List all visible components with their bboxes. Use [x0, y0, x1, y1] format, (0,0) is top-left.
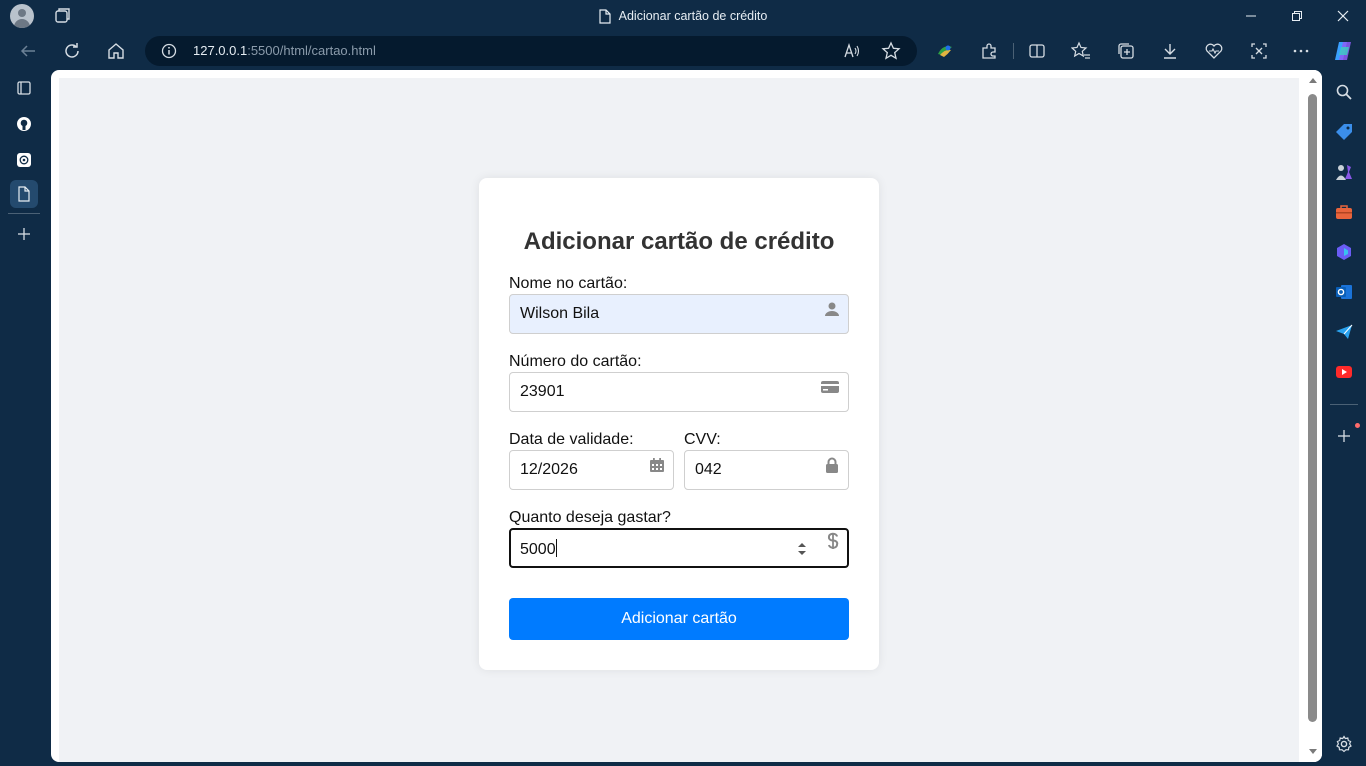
credit-card-form: Adicionar cartão de crédito Nome no cart… [479, 178, 879, 670]
minimize-button[interactable] [1228, 0, 1274, 32]
chatgpt-tab-icon[interactable] [10, 146, 38, 174]
tools-briefcase-icon[interactable] [1332, 200, 1356, 224]
screenshot-icon[interactable] [1246, 38, 1272, 64]
text-caret [555, 539, 557, 557]
close-window-button[interactable] [1320, 0, 1366, 32]
more-menu-icon[interactable] [1288, 38, 1314, 64]
new-tab-button[interactable] [10, 220, 38, 248]
add-sidebar-app-icon[interactable] [1332, 424, 1356, 448]
back-button[interactable] [15, 38, 41, 64]
tab-actions-icon[interactable] [10, 74, 38, 102]
credit-card-icon [821, 381, 839, 393]
read-aloud-icon[interactable] [843, 42, 861, 60]
shopping-tag-icon[interactable] [1332, 120, 1356, 144]
add-card-button[interactable]: Adicionar cartão [509, 598, 849, 640]
browser-viewport: Adicionar cartão de crédito Nome no cart… [51, 70, 1322, 762]
scrollbar-thumb[interactable] [1308, 94, 1317, 722]
copilot-icon[interactable] [1330, 38, 1356, 64]
address-bar[interactable]: 127.0.0.1:5500/html/cartao.html [145, 36, 917, 66]
github-tab-icon[interactable] [10, 110, 38, 138]
home-button[interactable] [103, 38, 129, 64]
downloads-icon[interactable] [1157, 38, 1183, 64]
browser-toolbar: 127.0.0.1:5500/html/cartao.html [0, 32, 1366, 70]
name-label: Nome no cartão: [509, 275, 628, 292]
microsoft-365-icon[interactable] [1332, 240, 1356, 264]
dollar-icon [827, 532, 839, 549]
notification-dot [1355, 423, 1360, 428]
amount-value: 5000 [520, 539, 557, 558]
youtube-icon[interactable] [1332, 360, 1356, 384]
cvv-label: CVV: [684, 431, 721, 448]
name-value: Wilson Bila [520, 305, 600, 322]
card-number-input[interactable]: 23901 [509, 372, 849, 412]
expiry-value: 12/2026 [520, 461, 578, 478]
title-bar: Adicionar cartão de crédito [0, 0, 1366, 32]
cvv-input[interactable]: 042 [684, 450, 849, 490]
favorites-icon[interactable] [1068, 38, 1094, 64]
page-icon [599, 8, 611, 24]
right-sidebar [1322, 70, 1366, 766]
vertical-scrollbar[interactable] [1303, 70, 1322, 762]
expiry-label: Data de validade: [509, 431, 634, 448]
settings-gear-icon[interactable] [1332, 732, 1356, 756]
user-icon [825, 302, 839, 316]
games-icon[interactable] [1332, 160, 1356, 184]
scroll-down-arrow-icon[interactable] [1309, 749, 1317, 754]
name-input[interactable]: Wilson Bila [509, 294, 849, 334]
amount-label: Quanto deseja gastar? [509, 509, 671, 526]
window-title: Adicionar cartão de crédito [618, 9, 768, 23]
card-number-value: 23901 [520, 383, 565, 400]
extension-colorful-icon[interactable] [932, 38, 958, 64]
search-icon[interactable] [1332, 80, 1356, 104]
outlook-icon[interactable] [1332, 280, 1356, 304]
extensions-icon[interactable] [976, 38, 1002, 64]
site-info-icon[interactable] [161, 43, 177, 59]
refresh-button[interactable] [59, 38, 85, 64]
lock-icon [826, 457, 838, 473]
active-page-tab[interactable] [10, 180, 38, 208]
calendar-icon [650, 458, 664, 472]
split-screen-icon[interactable] [1024, 38, 1050, 64]
profile-avatar[interactable] [10, 4, 34, 28]
page-body: Adicionar cartão de crédito Nome no cart… [59, 78, 1299, 762]
vertical-tab-strip [0, 70, 48, 766]
collections-icon[interactable] [1113, 38, 1139, 64]
telegram-send-icon[interactable] [1332, 320, 1356, 344]
workspaces-icon[interactable] [52, 6, 72, 26]
cvv-value: 042 [695, 461, 722, 478]
expiry-input[interactable]: 12/2026 [509, 450, 674, 490]
browser-essentials-icon[interactable] [1201, 38, 1227, 64]
card-number-label: Número do cartão: [509, 353, 642, 370]
url-text[interactable]: 127.0.0.1:5500/html/cartao.html [193, 43, 376, 58]
favorite-star-icon[interactable] [881, 41, 901, 61]
form-title: Adicionar cartão de crédito [523, 228, 835, 255]
restore-button[interactable] [1274, 0, 1320, 32]
scroll-up-arrow-icon[interactable] [1309, 78, 1317, 83]
amount-input[interactable]: 5000 [509, 528, 849, 568]
number-spinner[interactable] [797, 542, 807, 556]
